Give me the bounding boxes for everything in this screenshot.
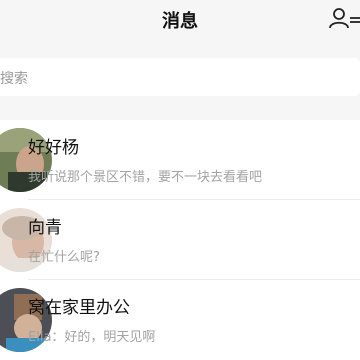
message-preview: 在忙什么呢? — [28, 250, 100, 265]
contacts-icon — [329, 8, 360, 29]
conversation-item[interactable]: 窝在家里办公 Ella：好的，明天见啊 — [0, 280, 360, 360]
search-input[interactable]: 搜索 — [0, 58, 360, 96]
contacts-button[interactable] — [328, 6, 360, 32]
conversation-item[interactable]: 好好杨 我听说那个景区不错，要不一块去看看吧 — [0, 120, 360, 200]
contact-name: 窝在家里办公 — [28, 298, 130, 318]
message-preview: 我听说那个景区不错，要不一块去看看吧 — [28, 170, 263, 185]
top-bar: 消息 — [0, 0, 360, 40]
search-placeholder: 搜索 — [0, 71, 28, 87]
search-area: 搜索 — [0, 40, 360, 120]
contact-name: 向青 — [28, 218, 62, 238]
message-preview: Ella：好的，明天见啊 — [28, 330, 156, 345]
conversation-item[interactable]: 向青 在忙什么呢? — [0, 200, 360, 280]
page-title: 消息 — [162, 11, 198, 32]
contact-name: 好好杨 — [28, 138, 79, 158]
